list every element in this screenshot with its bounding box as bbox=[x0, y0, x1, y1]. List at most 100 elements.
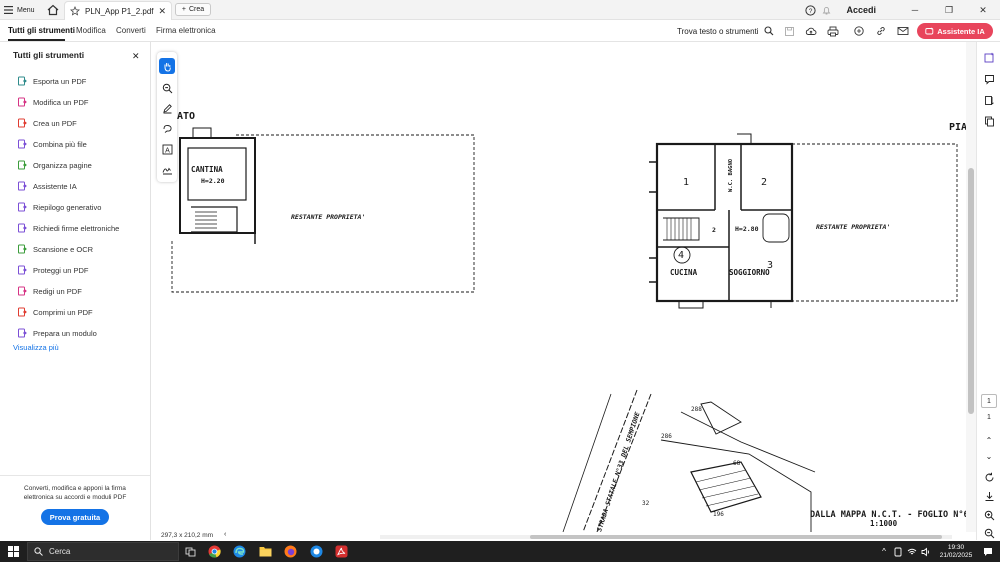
close-tab-icon[interactable]: ✕ bbox=[158, 6, 166, 17]
tool-item[interactable]: Esporta un PDF bbox=[17, 74, 86, 88]
vertical-scrollbar[interactable] bbox=[966, 42, 976, 532]
bell-icon bbox=[822, 6, 831, 14]
current-page-box[interactable]: 1 bbox=[981, 394, 997, 408]
document-canvas[interactable]: ATO PIA CANTINA H=2.20 RESTANTE PROPRIET… bbox=[151, 42, 966, 532]
tool-item[interactable]: Proteggi un PDF bbox=[17, 263, 88, 277]
zoom-out-button[interactable] bbox=[982, 526, 996, 540]
save-page-button[interactable] bbox=[982, 489, 996, 503]
tool-item[interactable]: Crea un PDF bbox=[17, 116, 77, 130]
tool-item[interactable]: Comprimi un PDF bbox=[17, 305, 93, 319]
comment-pen-button[interactable] bbox=[159, 100, 175, 116]
free-trial-button[interactable]: Prova gratuita bbox=[41, 509, 109, 525]
comments-button[interactable] bbox=[982, 72, 996, 86]
taskbar-clock[interactable]: 19:30 21/02/2025 bbox=[934, 544, 978, 560]
scroll-left-icon[interactable]: ‹ bbox=[224, 531, 226, 538]
total-pages-label: 1 bbox=[987, 414, 991, 421]
ai-assistant-label: Assistente IA bbox=[937, 26, 985, 36]
text-box-button[interactable]: A bbox=[159, 141, 175, 157]
plus-icon: + bbox=[181, 6, 186, 13]
app-button[interactable] bbox=[309, 544, 324, 559]
firefox-app[interactable] bbox=[283, 544, 298, 559]
tool-item[interactable]: Organizza pagine bbox=[17, 158, 92, 172]
copy-pages-icon bbox=[984, 116, 994, 126]
show-more-link[interactable]: Visualizza più bbox=[13, 343, 59, 352]
find-tools-button[interactable]: Trova testo o strumenti bbox=[677, 26, 774, 36]
restore-button[interactable]: ❐ bbox=[932, 0, 966, 20]
tool-item[interactable]: Richiedi firme elettroniche bbox=[17, 221, 119, 235]
find-tools-label: Trova testo o strumenti bbox=[677, 26, 759, 36]
freehand-draw-button[interactable] bbox=[159, 120, 175, 136]
start-button[interactable] bbox=[8, 546, 19, 557]
help-button[interactable]: ? bbox=[802, 2, 818, 18]
menu-converti[interactable]: Converti bbox=[116, 26, 146, 35]
network-tray-icon[interactable] bbox=[906, 546, 918, 558]
floor-plan-drawing: ATO PIA CANTINA H=2.20 RESTANTE PROPRIET… bbox=[171, 111, 966, 532]
notifications-button[interactable] bbox=[818, 2, 834, 18]
room-2-label: 2 bbox=[761, 177, 767, 188]
chrome-icon bbox=[208, 545, 221, 558]
next-page-button[interactable]: ⌄ bbox=[982, 449, 996, 463]
save-button[interactable] bbox=[782, 24, 796, 38]
chrome-app[interactable] bbox=[207, 544, 222, 559]
tool-label: Esporta un PDF bbox=[33, 76, 87, 86]
tray-expand-button[interactable]: ^ bbox=[878, 546, 890, 558]
notification-icon bbox=[984, 547, 992, 556]
minimize-button[interactable]: ─ bbox=[898, 0, 932, 20]
vertical-scroll-thumb[interactable] bbox=[968, 168, 974, 414]
home-button[interactable] bbox=[46, 3, 60, 17]
cucina-label: CUCINA bbox=[670, 268, 698, 277]
tool-item[interactable]: Combina più file bbox=[17, 137, 87, 151]
tool-item[interactable]: Modifica un PDF bbox=[17, 95, 88, 109]
scan-ocr-icon bbox=[17, 244, 27, 254]
document-status-bar: 297,3 x 210,2 mm ‹ bbox=[151, 531, 966, 541]
file-explorer-app[interactable] bbox=[258, 544, 273, 559]
pages-button[interactable] bbox=[982, 114, 996, 128]
rotate-button[interactable] bbox=[982, 470, 996, 484]
sign-tool-button[interactable] bbox=[159, 161, 175, 177]
hand-tool-button[interactable] bbox=[159, 58, 175, 74]
zoom-tool-button[interactable] bbox=[159, 80, 175, 96]
print-button[interactable] bbox=[826, 24, 840, 38]
parcel-68-label: 68 bbox=[733, 460, 741, 467]
email-button[interactable] bbox=[896, 24, 910, 38]
acrobat-app[interactable] bbox=[334, 544, 349, 559]
tools-panel: Tutti gli strumenti ✕ Esporta un PDF Modi… bbox=[0, 42, 151, 540]
apartment-outer-wall bbox=[655, 142, 794, 303]
horizontal-scrollbar[interactable] bbox=[380, 535, 952, 539]
horizontal-scroll-thumb[interactable] bbox=[530, 535, 942, 539]
edge-app[interactable] bbox=[232, 544, 247, 559]
cantina-wall bbox=[179, 137, 256, 234]
onedrive-tray-icon[interactable] bbox=[892, 546, 904, 558]
taskbar-search[interactable]: Cerca bbox=[27, 542, 179, 561]
share-link-button[interactable] bbox=[874, 24, 888, 38]
tool-item[interactable]: Redigi un PDF bbox=[17, 284, 82, 298]
previous-page-button[interactable]: ⌃ bbox=[982, 433, 996, 447]
create-button[interactable]: + Crea bbox=[175, 3, 211, 16]
notification-center-button[interactable] bbox=[982, 546, 994, 558]
tool-item[interactable]: Riepilogo generativo bbox=[17, 200, 101, 214]
volume-tray-icon[interactable] bbox=[920, 546, 932, 558]
star-icon[interactable] bbox=[70, 6, 80, 16]
tool-item[interactable]: Prepara un modulo bbox=[17, 326, 97, 340]
sign-in-button[interactable]: Accedi bbox=[846, 5, 876, 15]
menu-button[interactable]: Menu bbox=[4, 3, 35, 17]
signature-icon bbox=[162, 167, 172, 174]
panel-title: Tutti gli strumenti bbox=[13, 50, 85, 60]
parcel-32-label: 32 bbox=[642, 500, 650, 507]
menu-firma-elettronica[interactable]: Firma elettronica bbox=[156, 26, 216, 35]
document-tab[interactable]: PLN_App P1_2.pdf ✕ bbox=[64, 1, 172, 20]
upload-cloud-button[interactable] bbox=[804, 24, 818, 38]
menu-modifica[interactable]: Modifica bbox=[76, 26, 106, 35]
close-panel-icon[interactable]: ✕ bbox=[132, 51, 140, 62]
ai-summary-button[interactable] bbox=[982, 50, 996, 64]
menu-all-tools[interactable]: Tutti gli strumenti bbox=[8, 26, 75, 35]
organize-pages-icon bbox=[17, 160, 27, 170]
bookmarks-button[interactable] bbox=[982, 93, 996, 107]
close-window-button[interactable]: ✕ bbox=[966, 0, 1000, 20]
tool-item[interactable]: Assistente IA bbox=[17, 179, 77, 193]
task-view-button[interactable] bbox=[183, 544, 198, 559]
zoom-in-button[interactable] bbox=[982, 508, 996, 522]
tool-item[interactable]: Scansione e OCR bbox=[17, 242, 93, 256]
search-document-button[interactable] bbox=[852, 24, 866, 38]
ai-assistant-button[interactable]: Assistente IA bbox=[917, 23, 993, 39]
